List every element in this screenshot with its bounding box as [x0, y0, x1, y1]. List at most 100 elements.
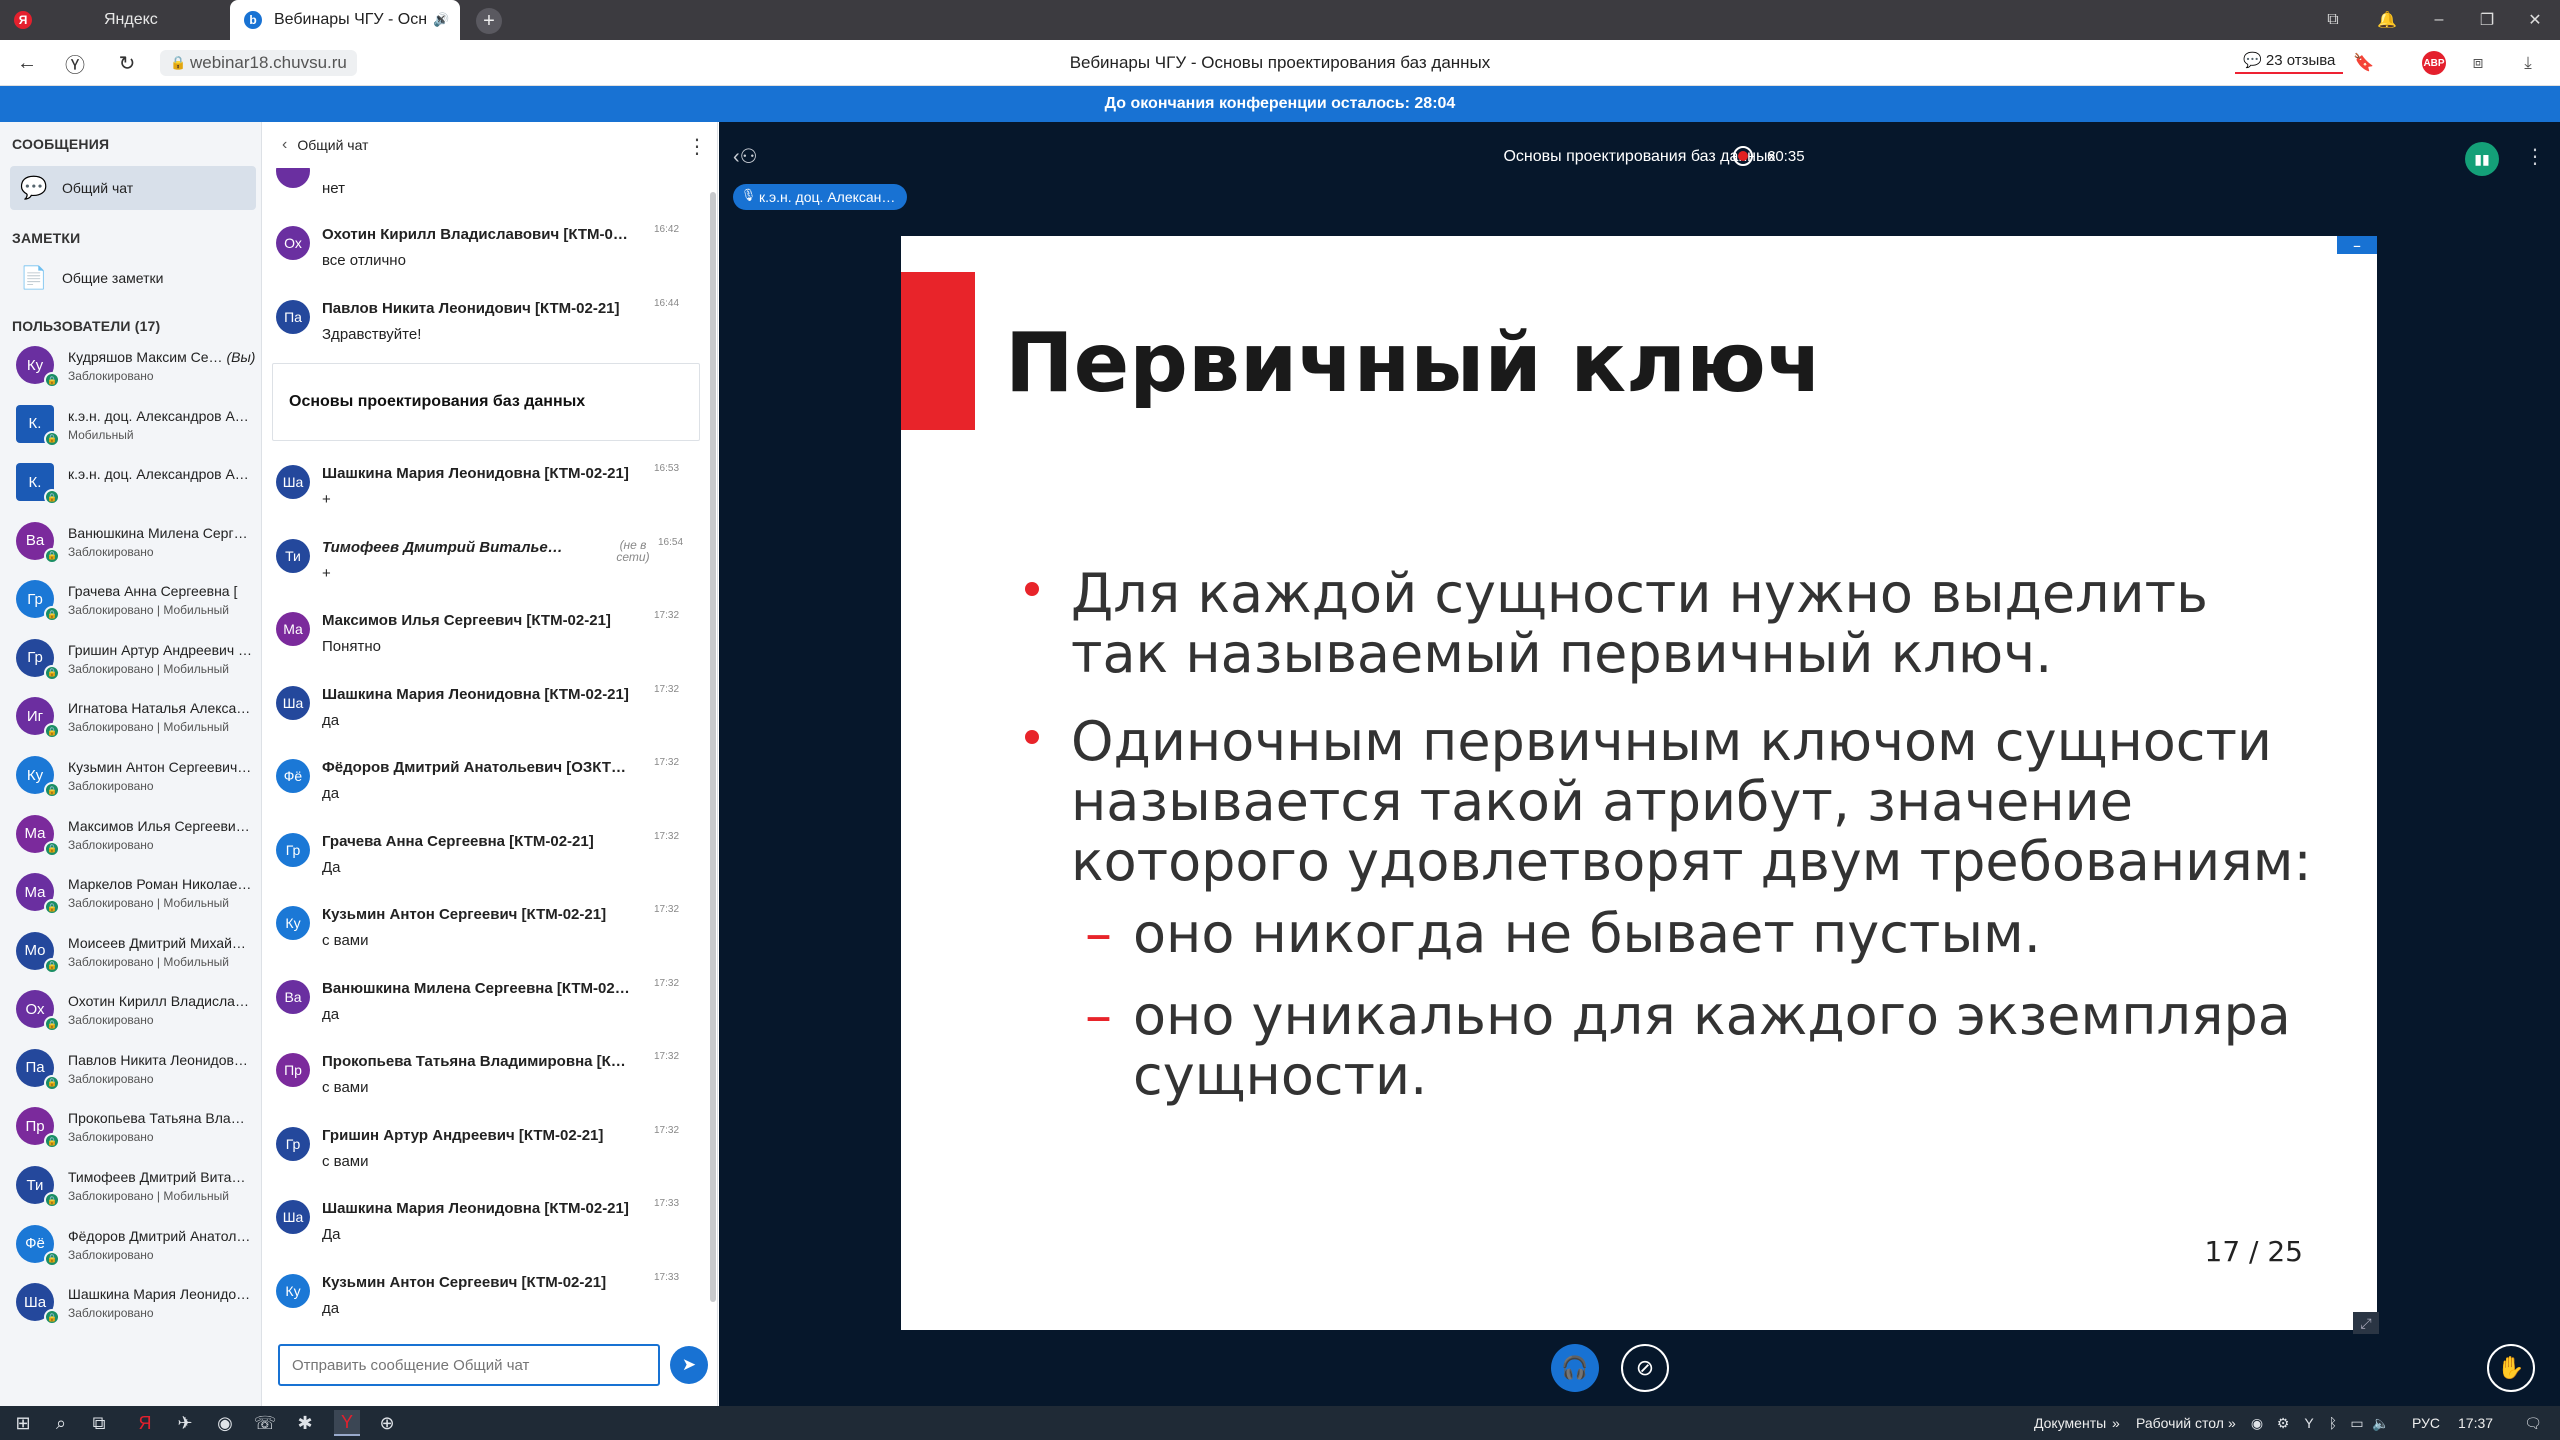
- task-view-icon[interactable]: ⧉: [86, 1410, 112, 1436]
- message-time: 17:32: [654, 977, 680, 989]
- restore-icon[interactable]: ❐: [2460, 0, 2514, 40]
- tab-webinar[interactable]: b Вебинары ЧГУ - Осн 🔊 ×: [230, 0, 460, 40]
- more-options-icon[interactable]: ⋮: [2525, 144, 2545, 169]
- bell-icon[interactable]: 🔔: [2360, 0, 2414, 40]
- presenter-badge[interactable]: 🎙 к.э.н. доц. Алексан…: [733, 184, 908, 210]
- language-indicator[interactable]: РУС: [2412, 1415, 2440, 1431]
- download-icon[interactable]: ⤓: [2516, 51, 2540, 75]
- user-status: Заблокировано: [68, 1130, 154, 1145]
- toolbar-desktop[interactable]: Рабочий стол: [2136, 1415, 2224, 1431]
- more-options-icon[interactable]: ⋮: [687, 134, 707, 159]
- user-list-item[interactable]: Гр 🔒 Грачева Анна Сергеевна [ Заблокирован…: [10, 570, 260, 626]
- toolbar-documents[interactable]: Документы: [2034, 1415, 2106, 1431]
- tray-volume-icon[interactable]: 🔈: [2368, 1410, 2394, 1436]
- close-icon[interactable]: ×: [437, 11, 446, 29]
- clock[interactable]: 17:37: [2458, 1415, 2493, 1431]
- tray-bluetooth-icon[interactable]: ᛒ: [2320, 1410, 2346, 1436]
- user-list-item[interactable]: Ма 🔒 Маркелов Роман Николае… Заблокировано…: [10, 863, 260, 919]
- user-list-item[interactable]: Пр 🔒 Прокопьева Татьяна Вла… Заблокировано: [10, 1097, 260, 1153]
- slide-bullet: Для каждой сущности нужно выделить так н…: [1025, 564, 2208, 684]
- avatar: Ва: [276, 979, 310, 1014]
- message-author: Фёдоров Дмитрий Анатольевич [ОЗКТ…: [322, 759, 626, 776]
- windows-start-icon[interactable]: ⊞: [10, 1410, 36, 1436]
- tab-yandex[interactable]: Я Яндекс: [0, 0, 226, 40]
- yandex-app-icon[interactable]: Я: [132, 1410, 158, 1436]
- app-icon[interactable]: ✱: [292, 1410, 318, 1436]
- reviews-label: 23 отзыва: [2265, 52, 2336, 69]
- chevron-right-icon[interactable]: »: [2228, 1415, 2236, 1431]
- chat-scrollbar[interactable]: [710, 192, 716, 1302]
- user-list-item[interactable]: Мо 🔒 Моисеев Дмитрий Михай… Заблокировано …: [10, 922, 260, 978]
- message-time: 16:42: [654, 224, 680, 235]
- chat-message: Ох Охотин Кирилл Владиславович [КТМ-0… 16:…: [262, 212, 702, 284]
- message-author: Шашкина Мария Леонидовна [КТМ-02-21]: [322, 685, 629, 703]
- sidebar-item-shared-notes[interactable]: 📄 Общие заметки: [10, 256, 256, 300]
- avatar: [276, 168, 310, 188]
- presentation-title: Основы проектирования баз данных: [1503, 148, 1776, 165]
- sidebar-item-general-chat[interactable]: 💬 Общий чат: [10, 166, 256, 210]
- slide-text: оно уникально для каждого экземпляра: [1133, 984, 2291, 1047]
- user-list-item[interactable]: Ма 🔒 Максимов Илья Сергееви… Заблокировано: [10, 805, 260, 861]
- raise-hand-button[interactable]: ✋: [2487, 1344, 2535, 1392]
- tray-yandex-icon[interactable]: Y: [2296, 1410, 2322, 1436]
- user-status: Заблокировано: [68, 1306, 154, 1321]
- chat-header: ‹ Общий чат: [262, 122, 718, 168]
- chevron-right-icon[interactable]: »: [2112, 1415, 2120, 1431]
- app-icon[interactable]: ⊕: [374, 1410, 400, 1436]
- camera-button[interactable]: ⊘: [1621, 1344, 1669, 1392]
- user-list-item[interactable]: Ти 🔒 Тимофеев Дмитрий Вита… Заблокировано …: [10, 1156, 260, 1212]
- user-list-item[interactable]: Ку 🔒 Кузьмин Антон Сергеевич… Заблокирован…: [10, 746, 260, 802]
- yandex-browser-icon[interactable]: Y: [334, 1410, 360, 1436]
- sidebar-item-label: Общий чат: [62, 180, 134, 196]
- record-indicator-icon[interactable]: [1733, 146, 1753, 166]
- collections-icon[interactable]: ⧉: [2306, 0, 2360, 40]
- minimize-icon[interactable]: –: [2412, 0, 2466, 40]
- telegram-icon[interactable]: ✈: [172, 1410, 198, 1436]
- user-list-item[interactable]: Ва 🔒 Ванюшкина Милена Серг… Заблокировано: [10, 512, 260, 568]
- user-name: Грачева Анна Сергеевна [: [68, 583, 238, 600]
- user-list-item[interactable]: Фё 🔒 Фёдоров Дмитрий Анатол… Заблокировано: [10, 1215, 260, 1271]
- close-window-icon[interactable]: ✕: [2508, 0, 2560, 40]
- connection-stats-icon[interactable]: ▮▮: [2465, 142, 2499, 176]
- message-text: Понятно: [322, 638, 382, 655]
- message-text: с вами: [322, 1152, 369, 1170]
- user-list-item[interactable]: Иг 🔒 Игнатова Наталья Алекса… Заблокирован…: [10, 687, 260, 743]
- new-tab-button[interactable]: +: [476, 8, 502, 34]
- chevron-left-icon[interactable]: ‹: [282, 136, 287, 154]
- slide-bullet: Одиночным первичным ключом сущности назы…: [1025, 712, 2312, 892]
- whatsapp-icon[interactable]: ☏: [252, 1410, 278, 1436]
- user-list-item[interactable]: Ша 🔒 Шашкина Мария Леонидо… Заблокировано: [10, 1273, 260, 1329]
- user-list-item[interactable]: Гр 🔒 Гришин Артур Андреевич … Заблокирован…: [10, 629, 260, 685]
- tray-steam-icon[interactable]: ⚙: [2270, 1410, 2296, 1436]
- tray-discord-icon[interactable]: ◉: [2244, 1410, 2270, 1436]
- user-list-item[interactable]: К. 🔒 к.э.н. доц. Александров А…: [10, 453, 260, 509]
- tray-network-icon[interactable]: ▭: [2344, 1410, 2370, 1436]
- status-badge-icon: 🔒: [44, 547, 60, 564]
- message-text: все отлично: [322, 252, 406, 269]
- user-list-item[interactable]: Ку 🔒 Кудряшов Максим Се… (Вы) Заблокировано: [10, 336, 260, 392]
- send-button[interactable]: ➤: [670, 1346, 708, 1384]
- message-author: Ванюшкина Милена Сергеевна [КТМ-02…: [322, 979, 630, 997]
- search-icon[interactable]: ⌕: [48, 1410, 74, 1436]
- notifications-icon[interactable]: 🗨: [2520, 1410, 2546, 1436]
- audio-button[interactable]: 🎧: [1551, 1344, 1599, 1392]
- adblock-icon[interactable]: ABP: [2422, 51, 2446, 75]
- user-name: Игнатова Наталья Алекса…: [68, 700, 251, 717]
- user-list-item[interactable]: Па 🔒 Павлов Никита Леонидов… Заблокировано: [10, 1039, 260, 1095]
- minimize-presentation-button[interactable]: –: [2337, 236, 2377, 255]
- user-status: Заблокировано | Мобильный: [68, 720, 229, 735]
- left-sidebar: СООБЩЕНИЯ 💬 Общий чат ЗАМЕТКИ 📄 Общие за…: [0, 122, 262, 1406]
- bookmark-icon[interactable]: 🔖: [2352, 51, 2376, 75]
- message-text: да: [322, 1005, 340, 1023]
- presentation-slide: – Первичный ключ Для каждой сущности нуж…: [901, 236, 2377, 1330]
- extension-icon[interactable]: ⧈: [2466, 51, 2490, 75]
- status-badge-icon: 🔒: [44, 1074, 60, 1091]
- user-list-item[interactable]: К. 🔒 к.э.н. доц. Александров А… Мобильный: [10, 395, 260, 451]
- discord-icon[interactable]: ◉: [212, 1410, 238, 1436]
- chat-message-input[interactable]: [278, 1344, 660, 1386]
- user-status: Заблокировано: [68, 837, 154, 852]
- reviews-button[interactable]: 💬 23 отзыва: [2235, 48, 2344, 74]
- user-name: Кудряшов Максим Се… (Вы): [68, 349, 256, 365]
- user-list-item[interactable]: Ох 🔒 Охотин Кирилл Владисла… Заблокировано: [10, 980, 260, 1036]
- fullscreen-icon[interactable]: ⤢: [2353, 1312, 2379, 1334]
